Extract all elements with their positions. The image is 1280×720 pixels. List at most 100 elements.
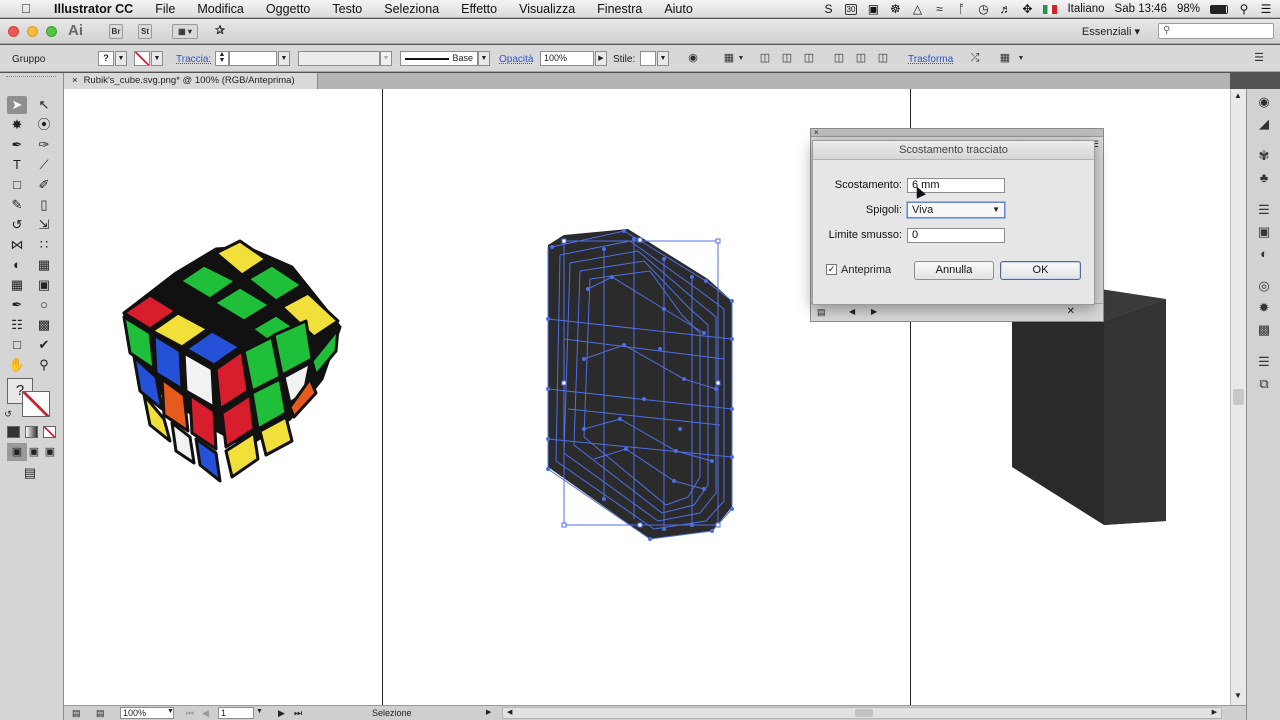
first-artboard-icon[interactable]: ⏮ — [186, 708, 194, 719]
rectangle-tool-icon[interactable]: □ — [7, 176, 27, 194]
scroll-right-arrow[interactable]: ▶ — [1212, 708, 1217, 716]
perspective-grid-tool-icon[interactable]: ▦ — [34, 256, 54, 274]
volume-icon[interactable]: ♬ — [999, 2, 1011, 16]
stroke-swatch[interactable] — [134, 51, 150, 66]
screen-mode-icon[interactable]: ▤ — [20, 464, 40, 482]
panel-collapse-icon[interactable]: × — [814, 128, 819, 137]
type-tool-icon[interactable]: T — [7, 156, 27, 174]
last-artboard-icon[interactable]: ⏭ — [294, 708, 302, 719]
selected-offset-object[interactable] — [546, 229, 734, 541]
menu-modifica[interactable]: Modifica — [197, 2, 244, 16]
gradient-panel-icon[interactable]: ▣ — [1255, 223, 1273, 241]
menu-effetto[interactable]: Effetto — [461, 2, 497, 16]
italy-flag-icon[interactable] — [1043, 4, 1058, 14]
slice-tool-icon[interactable]: ✔ — [34, 336, 54, 354]
miter-limit-input[interactable]: 0 — [907, 228, 1005, 243]
notifications-icon[interactable]: ☰ — [1260, 2, 1272, 16]
menu-visualizza[interactable]: Visualizza — [519, 2, 575, 16]
layout-icon[interactable]: ▤ — [96, 708, 105, 719]
stroke-weight-stepper[interactable]: ▲ ▼ — [215, 51, 229, 66]
lasso-tool-icon[interactable]: ⦿ — [34, 116, 54, 134]
panel-delete-icon[interactable]: ✕ — [1067, 306, 1075, 317]
preview-checkbox[interactable]: ✓ — [826, 264, 837, 275]
color-guide-panel-icon[interactable]: ◢ — [1255, 115, 1273, 133]
opacity-input[interactable]: 100% — [540, 51, 594, 66]
gpu-performance-icon[interactable]: ✰ — [211, 24, 229, 39]
graphic-styles-panel-icon[interactable]: ✹ — [1255, 299, 1273, 317]
airplay-icon[interactable]: △ — [911, 2, 923, 16]
minimize-window-button[interactable] — [27, 26, 38, 37]
scroll-down-arrow[interactable]: ▼ — [1234, 691, 1242, 700]
align-top-icon[interactable]: ◫ — [832, 52, 846, 65]
line-tool-icon[interactable]: ⟋ — [34, 156, 54, 174]
artboards-panel-icon[interactable]: ⧉ — [1255, 375, 1273, 393]
search-icon[interactable]: ⚲ — [1238, 2, 1250, 16]
scroll-left-arrow[interactable]: ◀ — [507, 708, 512, 716]
fill-swatch[interactable]: ? — [98, 51, 114, 66]
eyedropper-tool-icon[interactable]: ✒ — [7, 296, 27, 314]
free-transform-tool-icon[interactable]: ∷ — [34, 236, 54, 254]
close-window-button[interactable] — [8, 26, 19, 37]
artboard-dropdown-icon[interactable]: ▼ — [256, 708, 263, 715]
rotate-tool-icon[interactable]: ↺ — [7, 216, 27, 234]
horizontal-scroll-thumb[interactable] — [855, 709, 873, 717]
menu-aiuto[interactable]: Aiuto — [664, 2, 693, 16]
menu-finestra[interactable]: Finestra — [597, 2, 642, 16]
mesh-tool-icon[interactable]: ▦ — [7, 276, 27, 294]
clock[interactable]: Sab 13:46 — [1115, 3, 1167, 15]
align-left-icon[interactable]: ◫ — [758, 52, 772, 65]
magic-wand-tool-icon[interactable]: ✸ — [7, 116, 27, 134]
evernote-icon[interactable]: ☸ — [889, 2, 901, 16]
artboard-number-field[interactable]: 1 — [218, 707, 254, 719]
pen-tool-icon[interactable]: ✒ — [7, 136, 27, 154]
menu-testo[interactable]: Testo — [332, 2, 362, 16]
align-bottom-icon[interactable]: ◫ — [876, 52, 890, 65]
opacity-panel-link[interactable]: Opacità — [499, 54, 533, 65]
column-graph-tool-icon[interactable]: ▩ — [34, 316, 54, 334]
recolor-artwork-icon[interactable]: ◉ — [686, 52, 700, 65]
next-artboard-icon[interactable]: ▶ — [278, 708, 285, 719]
variable-width-dropdown[interactable]: ▼ — [380, 51, 392, 66]
brush-definition[interactable]: Base — [400, 51, 478, 66]
status-menu-arrow[interactable]: ▶ — [486, 708, 491, 716]
asset-export-panel-icon[interactable]: ▩ — [1255, 321, 1273, 339]
align-middle-icon[interactable]: ◫ — [854, 52, 868, 65]
layers-panel-icon[interactable]: ☰ — [1255, 353, 1273, 371]
battery-icon[interactable] — [1210, 4, 1228, 14]
zoom-tool-icon[interactable]: ⚲ — [34, 356, 54, 374]
isolate-group-icon[interactable]: ⤮ — [968, 52, 982, 65]
shape-builder-tool-icon[interactable]: ◐ — [7, 256, 27, 274]
wifi-icon[interactable]: ≈ — [933, 2, 945, 16]
eraser-tool-icon[interactable]: ▯ — [34, 196, 54, 214]
symbols-panel-icon[interactable]: ♣ — [1255, 169, 1273, 187]
scroll-up-arrow[interactable]: ▲ — [1234, 91, 1242, 100]
tools-grip[interactable] — [6, 76, 56, 81]
symbol-sprayer-tool-icon[interactable]: ☷ — [7, 316, 27, 334]
menu-seleziona[interactable]: Seleziona — [384, 2, 439, 16]
align-to-dropdown-icon[interactable]: ▼ — [734, 52, 748, 65]
brush-dropdown[interactable]: ▼ — [478, 51, 490, 66]
floating-panel-header[interactable] — [811, 129, 1103, 137]
help-search-input[interactable]: ⚲ — [1158, 23, 1274, 39]
stroke-color-swatch[interactable] — [22, 391, 50, 417]
pencil-tool-icon[interactable]: ✎ — [7, 196, 27, 214]
paintbrush-tool-icon[interactable]: ✐ — [34, 176, 54, 194]
app-menu[interactable]: Illustrator CC — [54, 2, 133, 16]
hand-tool-icon[interactable]: ✋ — [7, 356, 27, 374]
horizontal-scrollbar[interactable]: ◀ ▶ — [502, 707, 1222, 719]
arrange-documents-button[interactable]: ▦ ▾ — [172, 24, 198, 39]
menu-oggetto[interactable]: Oggetto — [266, 2, 310, 16]
direct-selection-tool-icon[interactable]: ↖ — [34, 96, 54, 114]
bluetooth-icon[interactable]: ᚩ — [955, 2, 967, 16]
curvature-tool-icon[interactable]: ✑ — [34, 136, 54, 154]
panel-prev-icon[interactable]: ◀ — [849, 307, 855, 316]
artboard-tool-icon[interactable]: □ — [7, 336, 27, 354]
vertical-scrollbar[interactable]: ▲ ▼ — [1230, 89, 1246, 705]
zoom-window-button[interactable] — [46, 26, 57, 37]
camera-icon[interactable]: ▣ — [867, 2, 879, 16]
dialog-title[interactable]: Scostamento tracciato — [813, 141, 1094, 160]
close-tab-icon[interactable]: × — [72, 75, 78, 86]
gradient-tool-icon[interactable]: ▣ — [34, 276, 54, 294]
select-similar-icon[interactable]: ▦ — [998, 52, 1012, 65]
calendar-badge-icon[interactable]: 30 — [844, 3, 858, 15]
